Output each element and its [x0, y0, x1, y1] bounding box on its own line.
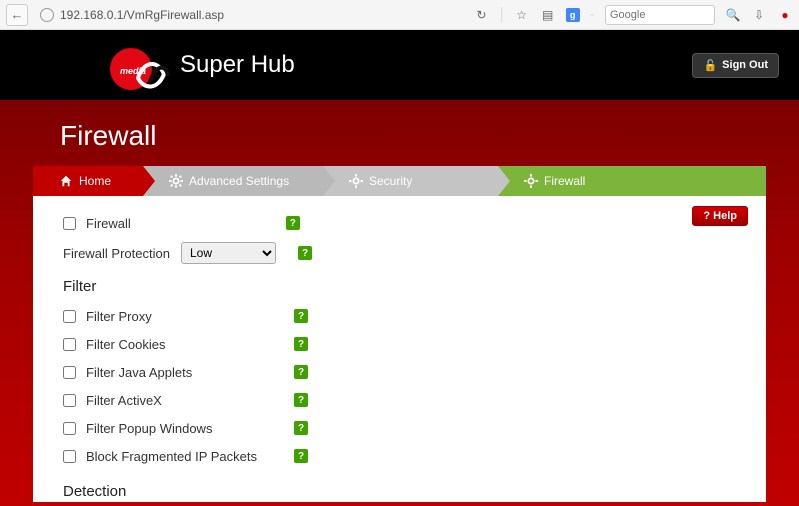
filter-checkbox[interactable] [63, 310, 76, 323]
sign-out-button[interactable]: 🔓 Sign Out [692, 53, 779, 78]
home-icon [59, 174, 73, 188]
firewall-protection-row: Firewall Protection Low ? [63, 242, 746, 264]
firewall-checkbox[interactable] [63, 217, 76, 230]
filter-row: Filter Popup Windows? [63, 415, 746, 441]
url-bar[interactable]: 192.168.0.1/VmRgFirewall.asp [34, 8, 468, 22]
crumb-firewall[interactable]: Firewall [498, 166, 766, 196]
browser-toolbar: ← 192.168.0.1/VmRgFirewall.asp ↻ | ☆ ▤ g… [0, 0, 799, 30]
app-header: media Super Hub 🔓 Sign Out [0, 30, 799, 100]
crumb-advanced[interactable]: Advanced Settings [143, 166, 323, 196]
filter-checkbox[interactable] [63, 394, 76, 407]
filter-label: Filter Java Applets [86, 365, 284, 380]
help-icon[interactable]: ? [294, 337, 308, 351]
filter-checkbox[interactable] [63, 338, 76, 351]
help-button[interactable]: ? Help [692, 206, 748, 226]
crumb-advanced-label: Advanced Settings [189, 174, 289, 188]
lock-icon: 🔓 [703, 59, 717, 72]
search-go-icon[interactable]: 🔍 [725, 7, 741, 23]
crumb-firewall-label: Firewall [544, 174, 585, 188]
sign-out-label: Sign Out [722, 59, 768, 71]
gear-icon [349, 174, 363, 188]
filter-label: Filter Cookies [86, 337, 284, 352]
brand-title: Super Hub [180, 51, 295, 79]
globe-icon [40, 8, 54, 22]
protection-select[interactable]: Low [181, 242, 276, 264]
help-icon[interactable]: ? [294, 309, 308, 323]
help-icon[interactable]: ? [294, 421, 308, 435]
crumb-home[interactable]: Home [33, 166, 143, 196]
filter-checkbox[interactable] [63, 422, 76, 435]
help-icon[interactable]: ? [294, 449, 308, 463]
breadcrumb: Home Advanced Settings Security Firewall [33, 166, 766, 196]
filter-checkbox[interactable] [63, 450, 76, 463]
detection-heading: Detection [63, 483, 746, 500]
firewall-label: Firewall [86, 216, 131, 231]
filter-label: Filter Popup Windows [86, 421, 284, 436]
url-text: 192.168.0.1/VmRgFirewall.asp [60, 8, 224, 22]
protection-label: Firewall Protection [63, 246, 181, 261]
filter-checkbox[interactable] [63, 366, 76, 379]
help-icon[interactable]: ? [298, 246, 312, 260]
content-panel: ? Help Firewall ? Firewall Protection Lo… [33, 196, 766, 502]
filter-label: Filter Proxy [86, 309, 284, 324]
filter-row: Filter Cookies? [63, 331, 746, 357]
help-icon[interactable]: ? [286, 216, 300, 230]
filter-row: Filter Proxy? [63, 303, 746, 329]
help-icon[interactable]: ? [294, 393, 308, 407]
star-icon[interactable]: ☆ [514, 7, 530, 23]
gear-icon [169, 174, 183, 188]
filter-row: Block Fragmented IP Packets? [63, 443, 746, 469]
gear-icon [524, 174, 538, 188]
virgin-logo: media [110, 44, 162, 96]
crumb-home-label: Home [79, 174, 111, 188]
help-icon[interactable]: ? [294, 365, 308, 379]
browser-search-input[interactable] [605, 5, 715, 25]
crumb-security[interactable]: Security [323, 166, 498, 196]
addon-icon[interactable]: ● [777, 7, 793, 23]
filter-row: Filter Java Applets? [63, 359, 746, 385]
filter-label: Block Fragmented IP Packets [86, 449, 284, 464]
download-icon[interactable]: ⇩ [751, 7, 767, 23]
logo-text: media [120, 66, 146, 76]
google-icon: g [566, 8, 580, 22]
back-button[interactable]: ← [6, 4, 28, 26]
bookmark-icon[interactable]: ▤ [540, 7, 556, 23]
firewall-toggle-row: Firewall ? [63, 210, 746, 236]
page-title: Firewall [60, 120, 769, 152]
filter-label: Filter ActiveX [86, 393, 284, 408]
reload-icon[interactable]: ↻ [474, 7, 490, 23]
filter-heading: Filter [63, 278, 746, 295]
filter-row: Filter ActiveX? [63, 387, 746, 413]
crumb-security-label: Security [369, 174, 412, 188]
